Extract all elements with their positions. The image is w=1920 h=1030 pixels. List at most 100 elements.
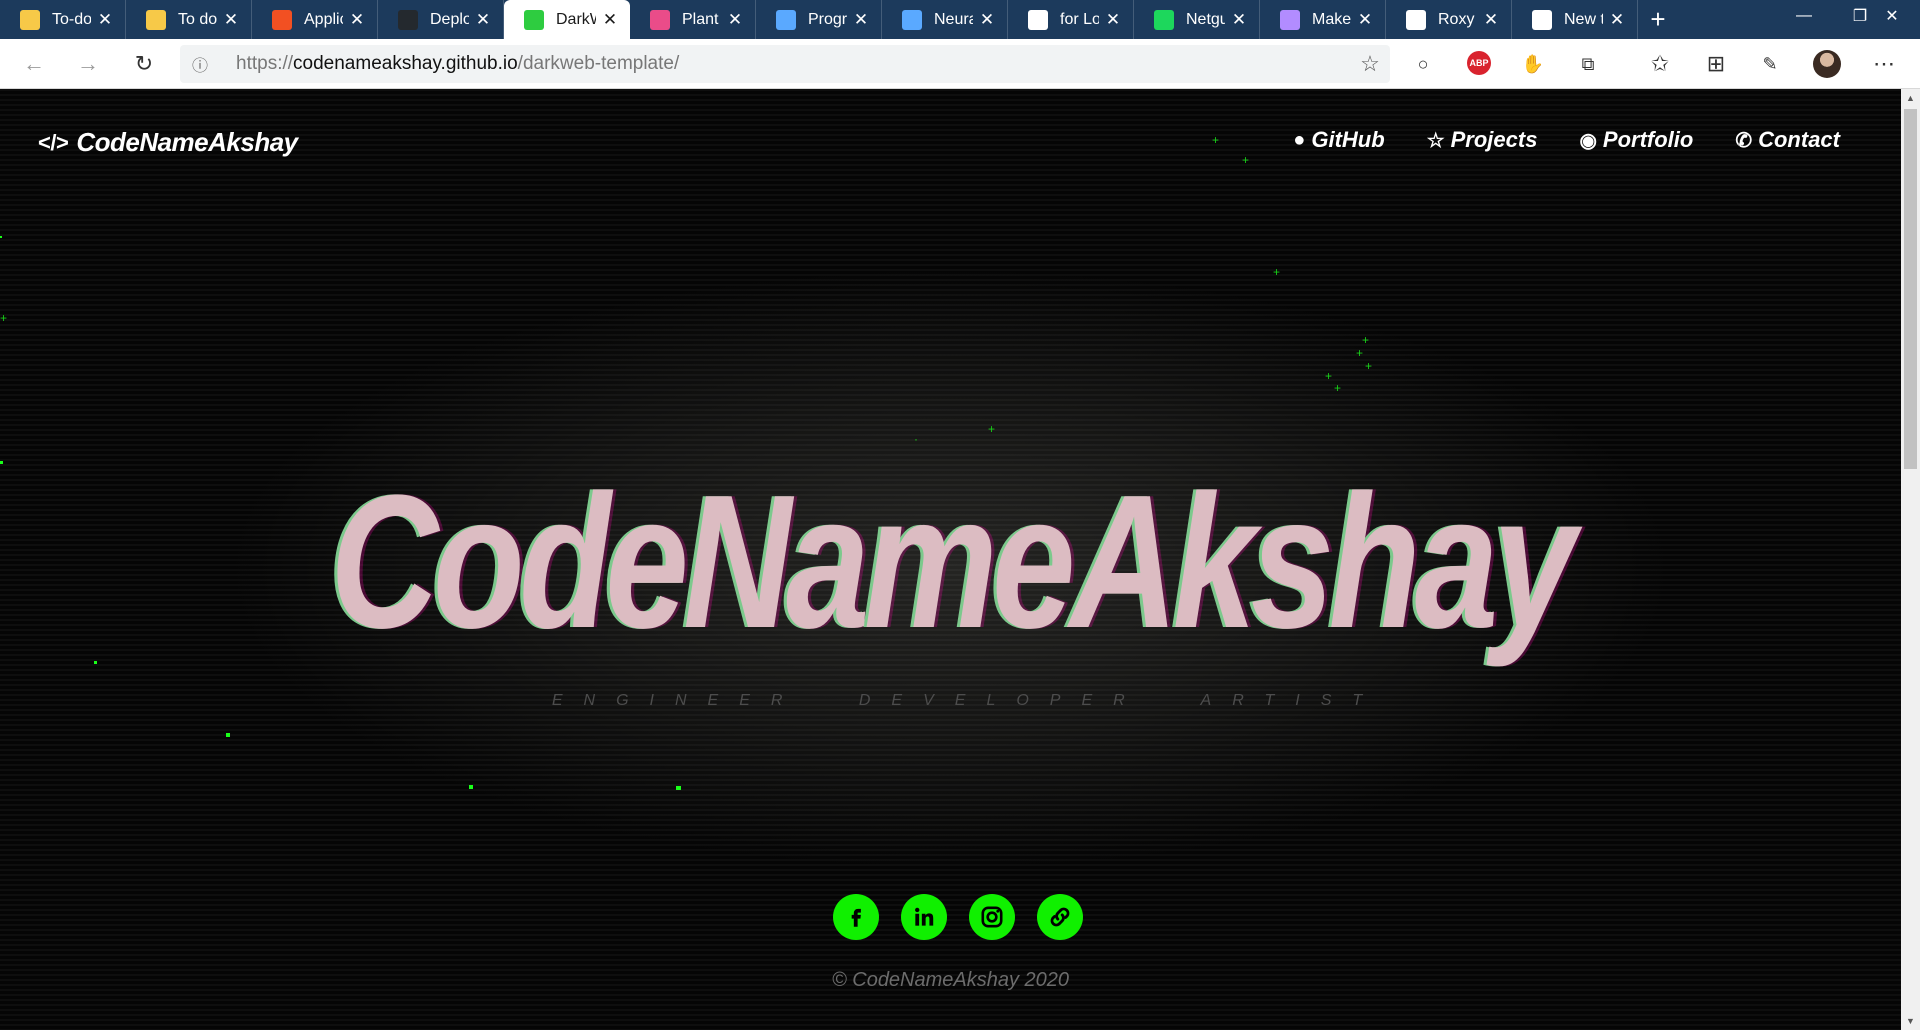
scrollbar-thumb[interactable] [1904,109,1917,469]
instagram-button[interactable] [969,894,1015,940]
tab-title: Make I [1312,10,1351,28]
facebook-button[interactable] [833,894,879,940]
terminal-icon [1028,9,1048,30]
close-tab-icon[interactable]: ✕ [221,10,241,30]
tab-title: DarkW [556,10,596,28]
close-tab-icon[interactable]: ✕ [1355,10,1375,30]
tab-6[interactable]: Progra✕ [756,0,882,39]
particle: + [1365,359,1373,373]
scroll-down-arrow-icon[interactable]: ▼ [1901,1012,1920,1030]
page-scrollbar[interactable]: ▲ ▼ [1901,89,1920,1030]
bookmark-star-icon[interactable]: ☆ [1350,51,1390,77]
particle: · [914,432,918,446]
particle: + [988,422,996,436]
refresh-button[interactable]: ↻ [126,46,162,82]
favorites-icon[interactable]: ✩ [1642,46,1678,82]
particle: + [1334,381,1342,395]
close-tab-icon[interactable]: ✕ [977,10,997,30]
close-tab-icon[interactable]: ✕ [1481,10,1501,30]
tab-2[interactable]: Applic✕ [252,0,378,39]
tab-title: To do [178,10,217,28]
linkedin-button[interactable] [901,894,947,940]
url-text[interactable]: https://codenameakshay.github.io/darkweb… [220,53,1350,75]
profile-avatar[interactable] [1813,50,1841,78]
extension-circle-icon[interactable]: ○ [1405,46,1441,82]
dribbble-icon [650,9,670,30]
link-button[interactable] [1037,894,1083,940]
netguru-icon [1154,9,1174,30]
r-icon [1406,9,1426,30]
address-bar[interactable]: ⓘ https://codenameakshay.github.io/darkw… [180,45,1390,83]
footer-copyright: © CodeNameAkshay 2020 [831,969,1070,991]
extension-copy-icon[interactable]: ⧉ [1570,46,1606,82]
feedback-icon[interactable]: ✎ [1752,46,1788,82]
tab-9[interactable]: Netgu ✕ [1134,0,1260,39]
tab-10[interactable]: Make I✕ [1260,0,1386,39]
close-tab-icon[interactable]: ✕ [1607,10,1627,30]
tab-title: New ta [1564,10,1603,28]
tab-0[interactable]: To-do ✕ [0,0,126,39]
brand-name: CodeNameAkshay [76,127,298,157]
back-button[interactable]: ← [16,46,52,82]
microsoft-icon [272,9,292,30]
nav-contact[interactable]: ✆ Contact [1735,127,1840,153]
tab-3[interactable]: Deploy✕ [378,0,504,39]
url-path: /darkweb-template/ [517,53,680,74]
site-info-icon[interactable]: ⓘ [180,52,220,76]
close-tab-icon[interactable]: ✕ [725,10,745,30]
tab-1[interactable]: To do ✕ [126,0,252,39]
extension-hand-icon[interactable]: ✋ [1515,46,1551,82]
nav-projects[interactable]: ☆ Projects [1427,127,1538,153]
github-icon: ● [1293,128,1306,151]
site-navbar: </> CodeNameAkshay ● GitHub ☆ Projects ◉ Port… [0,89,1901,199]
nav-portfolio[interactable]: ◉ Portfolio [1579,127,1693,153]
adblock-icon[interactable]: ABP [1467,51,1491,75]
particle [0,236,2,238]
nav-label: Contact [1758,127,1840,152]
new-tab-button[interactable]: + [1638,0,1678,39]
linkedin-icon [915,907,934,926]
minimize-button[interactable]: — [1776,0,1832,32]
close-tab-icon[interactable]: ✕ [347,10,367,30]
nav-label: Projects [1450,127,1538,152]
page-viewport: </> CodeNameAkshay ● GitHub ☆ Projects ◉ Port… [0,89,1901,1030]
close-tab-icon[interactable]: ✕ [473,10,493,30]
tab-title: Deploy [430,10,469,28]
tab-4[interactable]: DarkW✕ [504,0,630,39]
close-tab-icon[interactable]: ✕ [600,10,620,30]
link-icon [1050,907,1070,927]
collections-icon[interactable]: ⊞ [1698,46,1734,82]
tab-title: Applic [304,10,343,28]
particle: + [1325,369,1333,383]
forward-button[interactable]: → [70,46,106,82]
tab-title: Roxy K [1438,10,1477,28]
close-tab-icon[interactable]: ✕ [851,10,871,30]
facebook-icon [851,908,861,927]
tab-12[interactable]: New ta✕ [1512,0,1638,39]
nav-links: ● GitHub ☆ Projects ◉ Portfolio ✆ Contact [1293,127,1840,153]
particle: + [0,311,8,325]
close-tab-icon[interactable]: ✕ [1103,10,1123,30]
scroll-up-arrow-icon[interactable]: ▲ [1901,89,1920,107]
close-window-button[interactable]: ✕ [1864,0,1920,32]
infinity-icon [902,9,922,30]
nav-label: Portfolio [1602,127,1694,152]
particle: + [1242,153,1250,167]
url-host: codenameakshay.github.io [293,53,518,74]
close-tab-icon[interactable]: ✕ [95,10,115,30]
particle: + [1212,133,1220,147]
tab-5[interactable]: Plant S✕ [630,0,756,39]
hero-title: CodeNameAkshay [330,456,1576,668]
tab-7[interactable]: Neural✕ [882,0,1008,39]
close-tab-icon[interactable]: ✕ [1229,10,1249,30]
settings-menu-icon[interactable]: ⋯ [1866,46,1902,82]
tab-11[interactable]: Roxy K✕ [1386,0,1512,39]
user-circle-icon: ◉ [1579,129,1597,152]
particle [94,661,97,664]
infinity-icon [776,9,796,30]
tab-8[interactable]: for Loc✕ [1008,0,1134,39]
particle: + [1273,265,1281,279]
nav-github[interactable]: ● GitHub [1293,127,1384,153]
hero-subtitle: ENGINEER DEVELOPER ARTIST [551,692,1384,709]
brand-logo[interactable]: </> CodeNameAkshay [38,127,298,158]
